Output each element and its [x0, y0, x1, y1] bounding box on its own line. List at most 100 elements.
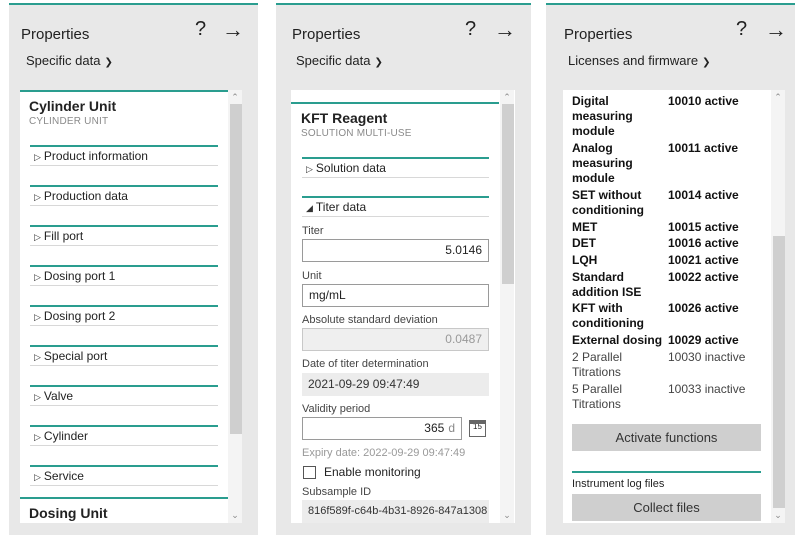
properties-content: Cylinder Unit CYLINDER UNIT ▷ Product inf… — [20, 90, 242, 523]
triangle-down-icon: ◢ — [306, 203, 313, 213]
section-service[interactable]: ▷ Service — [30, 465, 218, 486]
license-name: MET — [572, 220, 598, 234]
arrow-right-icon[interactable]: → — [494, 17, 516, 43]
license-code: 10022 active — [668, 270, 739, 284]
scroll-down-icon[interactable]: ⌄ — [771, 510, 785, 521]
section-product-information[interactable]: ▷ Product information — [30, 145, 218, 166]
divider — [20, 497, 228, 499]
license-name: 5 Parallel Titrations — [572, 382, 623, 411]
view-dropdown-label: Specific data — [26, 53, 101, 68]
chevron-down-icon: ❯ — [104, 57, 113, 68]
panel-title: Properties — [292, 26, 361, 43]
view-dropdown[interactable]: Licenses and firmware ❯ — [568, 53, 710, 68]
license-code: 10021 active — [668, 253, 739, 267]
license-name: Analog measuring module — [572, 141, 633, 185]
license-name: KFT with conditioning — [572, 301, 644, 330]
triangle-right-icon: ▷ — [34, 432, 41, 442]
panel-title: Properties — [21, 26, 90, 43]
triangle-right-icon: ▷ — [34, 232, 41, 242]
panel-title: Properties — [564, 26, 633, 43]
help-button[interactable]: ? — [465, 18, 476, 41]
scrollbar[interactable]: ⌃ ⌄ — [228, 90, 242, 523]
license-code: 10016 active — [668, 236, 739, 250]
license-name: SET without conditioning — [572, 188, 644, 217]
section-dosing-port-2[interactable]: ▷ Dosing port 2 — [30, 305, 218, 326]
license-code: 10010 active — [668, 94, 739, 108]
unit-input[interactable]: mg/mL — [302, 284, 489, 307]
collect-files-button[interactable]: Collect files — [572, 494, 761, 521]
license-name: Digital measuring module — [572, 94, 633, 138]
license-name: Standard addition ISE — [572, 270, 642, 299]
activate-functions-button[interactable]: Activate functions — [572, 424, 761, 451]
triangle-right-icon: ▷ — [306, 164, 313, 174]
reagent-subheading: SOLUTION MULTI-USE — [301, 128, 412, 139]
scrollbar[interactable]: ⌃ ⌄ — [500, 90, 514, 523]
date-value: 2021-09-29 09:47:49 — [302, 373, 489, 396]
calendar-icon[interactable]: 15 — [469, 420, 486, 437]
view-dropdown[interactable]: Specific data ❯ — [296, 53, 383, 68]
view-dropdown[interactable]: Specific data ❯ — [26, 53, 113, 68]
subsample-label: Subsample ID — [302, 486, 372, 498]
triangle-right-icon: ▷ — [34, 312, 41, 322]
asd-label: Absolute standard deviation — [302, 314, 438, 326]
titer-input[interactable]: 5.0146 — [302, 239, 489, 262]
scroll-down-icon[interactable]: ⌄ — [228, 510, 242, 521]
help-button[interactable]: ? — [736, 18, 747, 41]
section-fill-port[interactable]: ▷ Fill port — [30, 225, 218, 246]
license-name: LQH — [572, 253, 598, 267]
help-button[interactable]: ? — [195, 18, 206, 41]
properties-content: KFT Reagent SOLUTION MULTI-USE ▷ Solution… — [291, 90, 515, 523]
device-heading: Cylinder Unit — [29, 98, 117, 114]
properties-panel-cylinder: Properties ? → Specific data ❯ Cylinder U… — [9, 3, 258, 535]
license-code: 10033 inactive — [668, 382, 746, 396]
section-cylinder[interactable]: ▷ Cylinder — [30, 425, 218, 446]
license-code: 10015 active — [668, 220, 739, 234]
license-name: External dosing — [572, 333, 663, 347]
validity-label: Validity period — [302, 403, 371, 415]
date-label: Date of titer determination — [302, 358, 429, 370]
expiry-date: Expiry date: 2022-09-29 09:47:49 — [302, 447, 466, 459]
next-device-heading: Dosing Unit — [29, 505, 108, 521]
chevron-down-icon: ❯ — [702, 57, 711, 68]
arrow-right-icon[interactable]: → — [222, 17, 244, 43]
validity-unit: d — [448, 421, 455, 435]
subsample-value: 816f589f-c64b-4b31-8926-847a1308 — [302, 500, 489, 523]
scroll-up-icon[interactable]: ⌃ — [500, 92, 514, 103]
scroll-down-icon[interactable]: ⌄ — [500, 510, 514, 521]
validity-value: 365 — [424, 421, 445, 435]
scrollbar-thumb[interactable] — [230, 104, 242, 434]
licenses-content: Digital measuring module 10010 active An… — [563, 90, 785, 523]
license-code: 10014 active — [668, 188, 739, 202]
scrollbar[interactable]: ⌃ ⌄ — [771, 90, 785, 523]
view-dropdown-label: Licenses and firmware — [568, 53, 699, 68]
scroll-up-icon[interactable]: ⌃ — [228, 92, 242, 103]
arrow-right-icon[interactable]: → — [765, 17, 787, 43]
section-production-data[interactable]: ▷ Production data — [30, 185, 218, 206]
view-dropdown-label: Specific data — [296, 53, 371, 68]
section-dosing-port-1[interactable]: ▷ Dosing port 1 — [30, 265, 218, 286]
triangle-right-icon: ▷ — [34, 192, 41, 202]
titer-label: Titer — [302, 225, 324, 237]
section-special-port[interactable]: ▷ Special port — [30, 345, 218, 366]
license-code: 10026 active — [668, 301, 739, 315]
log-files-heading: Instrument log files — [572, 478, 665, 490]
divider — [291, 102, 499, 104]
license-name: DET — [572, 236, 596, 250]
scroll-up-icon[interactable]: ⌃ — [771, 92, 785, 103]
unit-label: Unit — [302, 270, 322, 282]
enable-monitoring-label: Enable monitoring — [324, 465, 421, 479]
triangle-right-icon: ▷ — [34, 152, 41, 162]
section-solution-data[interactable]: ▷ Solution data — [302, 157, 489, 178]
section-valve[interactable]: ▷ Valve — [30, 385, 218, 406]
asd-input: 0.0487 — [302, 328, 489, 351]
properties-panel-reagent: Properties ? → Specific data ❯ KFT Reagen… — [276, 3, 531, 535]
enable-monitoring-checkbox[interactable] — [303, 466, 316, 479]
scrollbar-thumb[interactable] — [502, 104, 514, 284]
device-subheading: CYLINDER UNIT — [29, 116, 109, 127]
section-titer-data[interactable]: ◢ Titer data — [302, 196, 489, 217]
chevron-down-icon: ❯ — [374, 57, 383, 68]
license-code: 10030 inactive — [668, 350, 746, 364]
validity-input[interactable]: 365 d — [302, 417, 462, 440]
scrollbar-thumb[interactable] — [773, 236, 785, 508]
license-code: 10011 active — [668, 141, 739, 155]
